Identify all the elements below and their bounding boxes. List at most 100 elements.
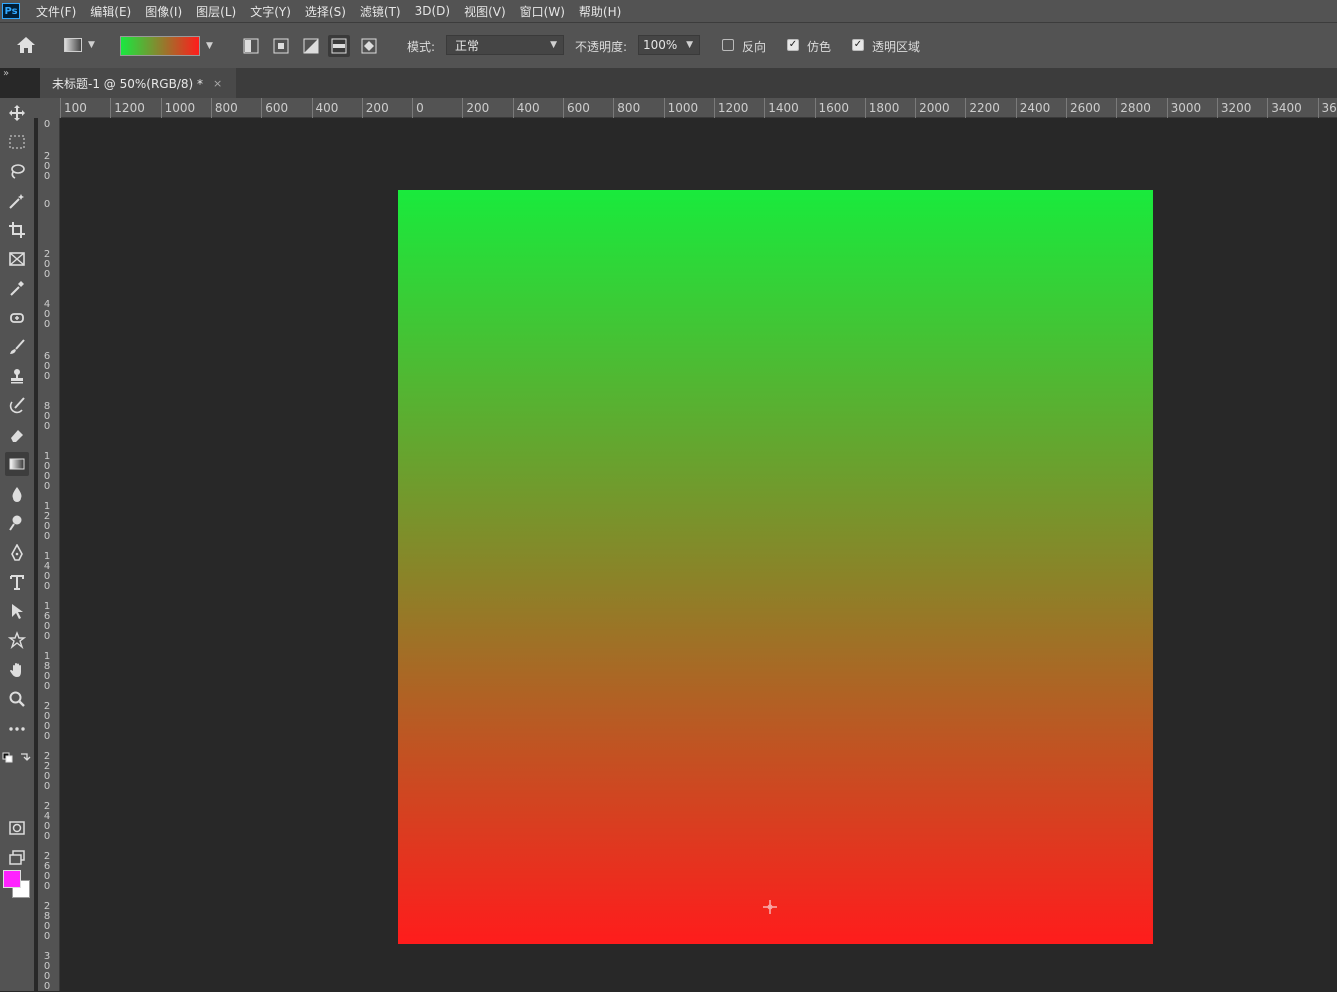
- history-brush-tool-icon: [8, 396, 26, 414]
- move-tool-button[interactable]: [5, 101, 29, 125]
- ruler-label: 1000: [668, 101, 699, 115]
- gradient-picker[interactable]: ▼: [120, 35, 218, 57]
- blur-tool-button[interactable]: [5, 482, 29, 506]
- ruler-label: 1800: [869, 101, 900, 115]
- reverse-checkbox[interactable]: [722, 39, 734, 51]
- gradient-preview[interactable]: [120, 36, 200, 56]
- diamond-gradient-icon: [361, 38, 377, 54]
- stamp-tool-button[interactable]: [5, 364, 29, 388]
- ruler-label: 0: [42, 200, 52, 210]
- ruler-label: 0: [416, 101, 424, 115]
- tool-preset-picker[interactable]: ▼: [64, 35, 104, 55]
- chevron-down-icon[interactable]: ▼: [686, 40, 693, 50]
- brush-tool-button[interactable]: [5, 335, 29, 359]
- ruler-tick: [613, 98, 614, 118]
- ruler-label: 1400: [42, 552, 52, 592]
- ruler-label: 1600: [819, 101, 850, 115]
- menu-select[interactable]: 选择(S): [298, 3, 353, 20]
- photoshop-logo[interactable]: Ps: [2, 3, 20, 19]
- frame-tool-button[interactable]: [5, 247, 29, 271]
- foreground-color-swatch[interactable]: [3, 870, 21, 888]
- marquee-tool-button[interactable]: [5, 130, 29, 154]
- home-icon[interactable]: [16, 35, 36, 55]
- brush-tool-icon: [8, 338, 26, 356]
- ruler-label: 2200: [969, 101, 1000, 115]
- type-tool-button[interactable]: [5, 570, 29, 594]
- eraser-tool-button[interactable]: [5, 423, 29, 447]
- blur-tool-icon: [8, 485, 26, 503]
- menu-layer[interactable]: 图层(L): [189, 3, 243, 20]
- swap-colors-icon[interactable]: [2, 751, 32, 765]
- chevron-down-icon: ▼: [550, 40, 557, 50]
- ruler-label: 3400: [1271, 101, 1302, 115]
- color-swap-controls[interactable]: [2, 750, 32, 764]
- shape-tool-button[interactable]: [5, 628, 29, 652]
- ruler-label: 800: [42, 402, 52, 432]
- menu-image[interactable]: 图像(I): [138, 3, 189, 20]
- marquee-tool-icon: [8, 133, 26, 151]
- move-tool-icon: [8, 104, 26, 122]
- crop-tool-button[interactable]: [5, 218, 29, 242]
- eyedropper-tool-icon: [8, 279, 26, 297]
- menu-view[interactable]: 视图(V): [457, 3, 513, 20]
- ruler-label: 200: [42, 250, 52, 280]
- mode-label: 模式:: [407, 38, 435, 55]
- angle-gradient-button[interactable]: [300, 35, 322, 57]
- gradient-tool-icon: [8, 455, 26, 473]
- menu-filter[interactable]: 滤镜(T): [353, 3, 408, 20]
- menu-help[interactable]: 帮助(H): [572, 3, 628, 20]
- opacity-field[interactable]: 100% ▼: [638, 35, 700, 55]
- more-tools-button[interactable]: [5, 717, 29, 741]
- hand-tool-button[interactable]: [5, 658, 29, 682]
- menu-file[interactable]: 文件(F): [29, 3, 83, 20]
- more-tools-icon: [8, 720, 26, 738]
- menu-type[interactable]: 文字(Y): [243, 3, 298, 20]
- quick-mask-button[interactable]: [5, 816, 29, 840]
- ruler-tick: [1217, 98, 1218, 118]
- radial-gradient-icon: [273, 38, 289, 54]
- ruler-tick: [865, 98, 866, 118]
- diamond-gradient-button[interactable]: [358, 35, 380, 57]
- mode-value: 正常: [455, 37, 479, 54]
- ruler-origin[interactable]: [34, 98, 60, 118]
- ruler-tick: [362, 98, 363, 118]
- history-brush-tool-button[interactable]: [5, 393, 29, 417]
- transparency-checkbox[interactable]: ✓: [852, 39, 864, 51]
- ruler-label: 2600: [42, 852, 52, 892]
- pen-tool-button[interactable]: [5, 541, 29, 565]
- gradient-tool-button[interactable]: [5, 452, 29, 476]
- close-icon[interactable]: ×: [213, 77, 222, 90]
- chevron-down-icon: ▼: [88, 40, 95, 50]
- document-canvas[interactable]: [398, 190, 1153, 944]
- ruler-label: 400: [517, 101, 540, 115]
- mode-select[interactable]: 正常 ▼: [446, 35, 564, 55]
- magic-wand-tool-button[interactable]: [5, 189, 29, 213]
- dodge-tool-button[interactable]: [5, 511, 29, 535]
- eyedropper-tool-button[interactable]: [5, 276, 29, 300]
- dither-checkbox[interactable]: ✓: [787, 39, 799, 51]
- horizontal-ruler[interactable]: 1001200100080060040020002004006008001000…: [60, 98, 1337, 118]
- opacity-value[interactable]: 100%: [643, 38, 677, 52]
- zoom-tool-button[interactable]: [5, 687, 29, 711]
- path-select-tool-button[interactable]: [5, 599, 29, 623]
- radial-gradient-button[interactable]: [270, 35, 292, 57]
- ruler-label: 1400: [768, 101, 799, 115]
- menu-edit[interactable]: 编辑(E): [83, 3, 138, 20]
- vertical-ruler[interactable]: 0200020040060080010001200140016001800200…: [38, 118, 60, 991]
- linear-gradient-button[interactable]: [240, 35, 262, 57]
- ruler-label: 200: [466, 101, 489, 115]
- ruler-tick: [462, 98, 463, 118]
- shape-tool-icon: [8, 631, 26, 649]
- ruler-tick: [161, 98, 162, 118]
- menu-3d[interactable]: 3D(D): [408, 4, 457, 18]
- collapse-panels-icon[interactable]: »: [3, 68, 9, 79]
- screen-mode-button[interactable]: [5, 846, 29, 870]
- document-tab[interactable]: 未标题-1 @ 50%(RGB/8) * ×: [40, 68, 236, 98]
- ruler-tick: [915, 98, 916, 118]
- ruler-label: 800: [215, 101, 238, 115]
- reflected-gradient-button[interactable]: [328, 35, 350, 57]
- healing-tool-button[interactable]: [5, 306, 29, 330]
- menu-window[interactable]: 窗口(W): [513, 3, 572, 20]
- chevron-down-icon[interactable]: ▼: [206, 41, 213, 51]
- lasso-tool-button[interactable]: [5, 159, 29, 183]
